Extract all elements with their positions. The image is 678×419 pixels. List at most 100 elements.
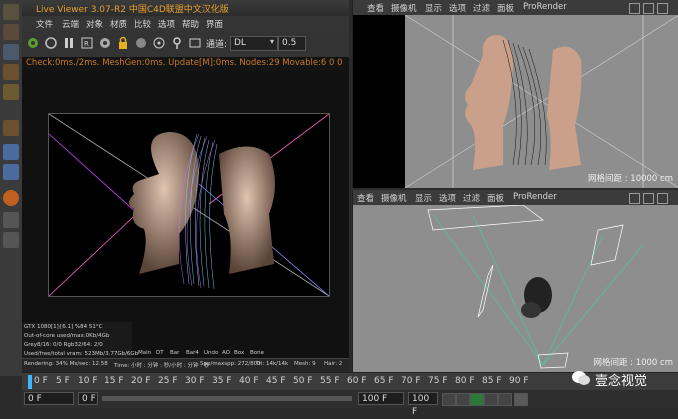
tick-label: 30 F (185, 376, 205, 386)
zoom-view-icon[interactable] (643, 3, 654, 14)
cube-orange-icon[interactable] (3, 64, 19, 80)
play-icon[interactable] (470, 393, 484, 406)
paint-tool-icon[interactable] (3, 164, 19, 180)
goto-end-icon[interactable] (498, 393, 512, 406)
model-tool-icon[interactable] (3, 84, 19, 100)
picture-icon[interactable] (188, 36, 202, 50)
tick-label: 55 F (320, 376, 340, 386)
menu-material[interactable]: 材质 (110, 18, 127, 30)
maximize-view-icon[interactable] (657, 193, 668, 204)
tab-bar[interactable]: Bar (170, 350, 179, 356)
menu-options[interactable]: 选项 (158, 18, 175, 30)
tool-column (0, 0, 23, 376)
prev-key-icon[interactable] (456, 393, 470, 406)
viewport-bottom-scene (427, 205, 644, 369)
end-frame-field[interactable]: 100 F (358, 392, 404, 405)
vp-menu-filter[interactable]: 过滤 (473, 2, 490, 14)
next-key-icon[interactable] (484, 393, 498, 406)
tab-ao[interactable]: AO (222, 350, 230, 356)
viewport-bottom[interactable]: 查看 摄像机 显示 选项 过滤 面板 ProRender 网格间距 : 1000… (352, 190, 678, 372)
texture-tool-icon[interactable] (3, 44, 19, 60)
vp-menu-view[interactable]: 查看 (357, 192, 374, 204)
goto-start-icon[interactable] (442, 393, 456, 406)
tick-label: 85 F (482, 376, 502, 386)
snap-tool-icon[interactable] (3, 190, 19, 206)
tab-box[interactable]: Box (234, 350, 244, 356)
render-hair: Hair: 2 (324, 361, 343, 367)
live-viewer-titlebar: Live Viewer 3.07-R2 中国C4D联盟中文汉化版 (22, 0, 349, 17)
vp-menu-display[interactable]: 显示 (425, 2, 442, 14)
render-mesh: Mesh: 9 (294, 361, 316, 367)
cube-tool-icon[interactable] (3, 4, 19, 20)
vp-menu-panel[interactable]: 面板 (497, 2, 514, 14)
menu-interface[interactable]: 界面 (206, 18, 223, 30)
tick-label: 60 F (347, 376, 367, 386)
playhead[interactable] (28, 375, 32, 389)
tick-label: 75 F (428, 376, 448, 386)
tick-label: 35 F (212, 376, 232, 386)
current-frame-field[interactable]: 0 F (78, 392, 98, 405)
viewport-top-menubar: 查看 摄像机 显示 选项 过滤 面板 ProRender (353, 0, 678, 15)
move-view-icon[interactable] (629, 193, 640, 204)
render-region-icon[interactable]: R (80, 36, 94, 50)
vp-menu-options[interactable]: 选项 (439, 192, 456, 204)
menu-object[interactable]: 对象 (86, 18, 103, 30)
tick-label: 65 F (374, 376, 394, 386)
vp-menu-options[interactable]: 选项 (449, 2, 466, 14)
grid-tool-icon[interactable] (3, 212, 19, 228)
lock-icon[interactable] (116, 36, 130, 50)
live-viewer-window: Live Viewer 3.07-R2 中国C4D联盟中文汉化版 文件 云端 对… (22, 0, 349, 373)
zoom-view-icon[interactable] (643, 193, 654, 204)
tab-bone[interactable]: Bone (250, 350, 264, 356)
sphere-icon[interactable] (134, 36, 148, 50)
vp-menu-camera[interactable]: 摄像机 (381, 192, 407, 204)
channel-select[interactable]: DL ▾ (230, 36, 278, 51)
gpu-stat-line: Out-of-core used/max:0Kb/4Gb (24, 333, 110, 339)
vp-menu-display[interactable]: 显示 (415, 192, 432, 204)
tick-label: 5 F (56, 376, 70, 386)
vp-menu-camera[interactable]: 摄像机 (391, 2, 417, 14)
tab-main[interactable]: Main (138, 350, 151, 356)
settings-gear-icon[interactable] (98, 36, 112, 50)
loop-icon[interactable] (514, 393, 528, 406)
vp-menu-prorender[interactable]: ProRender (523, 2, 567, 12)
wechat-icon (572, 371, 590, 385)
render-spp: Spp/maxspp: 272/800 (200, 361, 261, 367)
vp-menu-prorender[interactable]: ProRender (513, 192, 557, 202)
tab-dt[interactable]: DT (156, 350, 164, 356)
menu-file[interactable]: 文件 (36, 18, 53, 30)
render-preview[interactable] (48, 113, 330, 297)
checker-tool-icon[interactable] (3, 24, 19, 40)
maximize-view-icon[interactable] (657, 3, 668, 14)
viewport-top[interactable]: 查看 摄像机 显示 选项 过滤 面板 ProRender 网格间距 : 1000… (352, 0, 678, 188)
tick-label: 15 F (104, 376, 124, 386)
pause-icon[interactable] (62, 36, 76, 50)
vp-menu-filter[interactable]: 过滤 (463, 192, 480, 204)
gear-green-icon[interactable] (26, 36, 40, 50)
target-icon[interactable] (152, 36, 166, 50)
axis-tool-icon[interactable] (3, 120, 19, 136)
pin-icon[interactable] (170, 36, 184, 50)
exposure-field[interactable]: 0.5 (278, 36, 306, 51)
vp-menu-view[interactable]: 查看 (367, 2, 384, 14)
menu-compare[interactable]: 比较 (134, 18, 151, 30)
preview-end-field[interactable]: 100 F (408, 392, 438, 417)
refresh-icon[interactable] (44, 36, 58, 50)
live-viewer-status: Check:0ms./2ms. MeshGen:0ms. Update[M]:0… (22, 57, 349, 71)
viewport-top-scene (404, 15, 678, 188)
tab-undo[interactable]: Undo (204, 350, 218, 356)
menu-help[interactable]: 帮助 (182, 18, 199, 30)
tab-bar4[interactable]: Bar4 (186, 350, 199, 356)
lock-grid-icon[interactable] (3, 232, 19, 248)
tick-label: 45 F (266, 376, 286, 386)
menu-cloud[interactable]: 云端 (62, 18, 79, 30)
vp-menu-panel[interactable]: 面板 (487, 192, 504, 204)
tick-label: 80 F (455, 376, 475, 386)
frame-range-slider[interactable] (102, 396, 352, 401)
timeline-controls: 0 F 0 F 100 F 100 F (22, 390, 678, 417)
tick-label: 20 F (131, 376, 151, 386)
start-frame-field[interactable]: 0 F (24, 392, 74, 405)
channel-label: 通道: (206, 40, 228, 50)
magnet-tool-icon[interactable] (3, 144, 19, 160)
move-view-icon[interactable] (629, 3, 640, 14)
